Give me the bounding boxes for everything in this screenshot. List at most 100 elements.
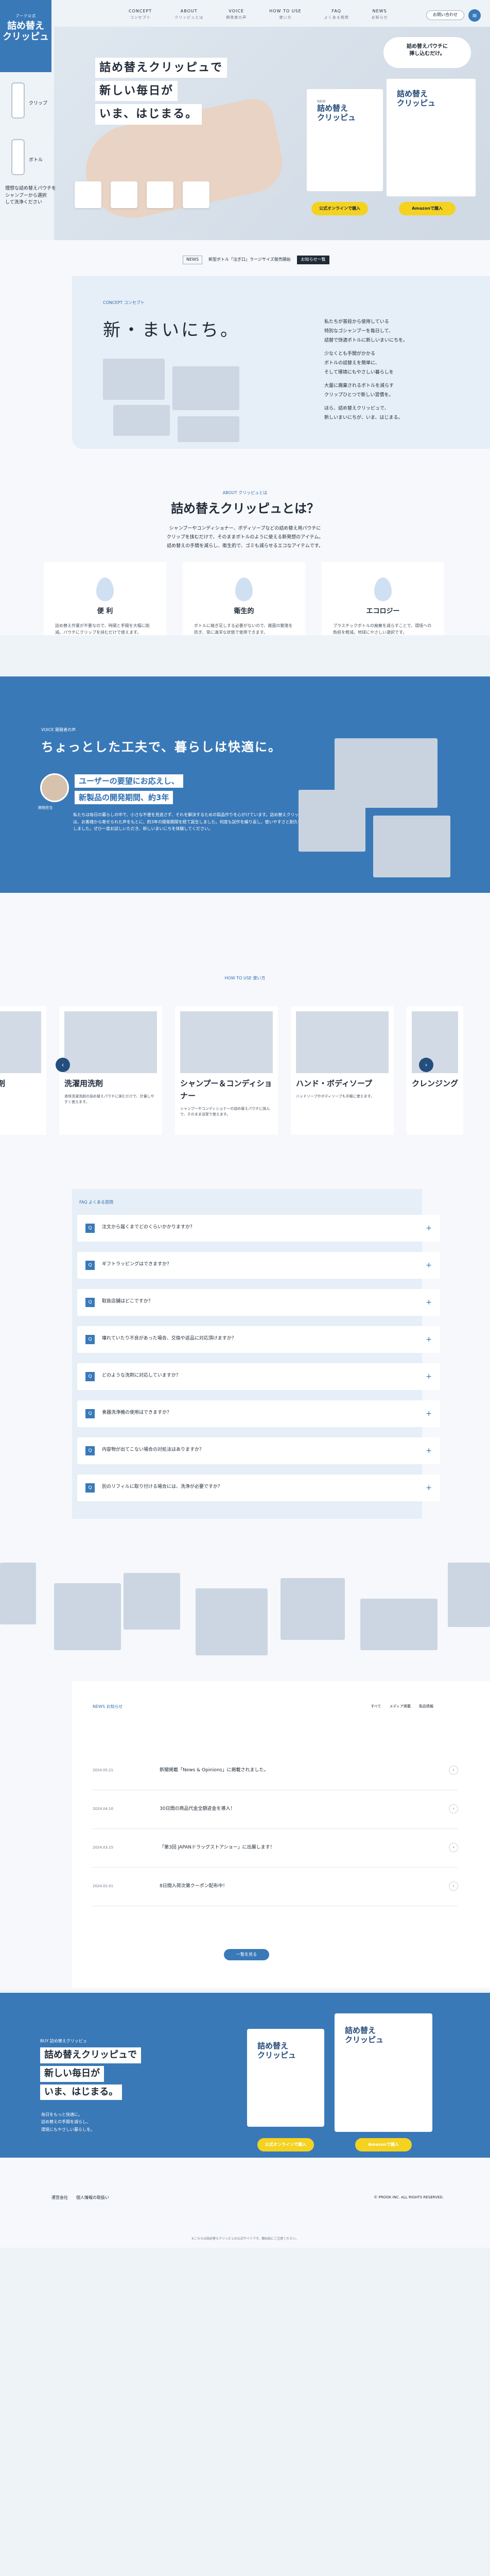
voice-section: VOICE 開発者の声 ちょっとした工夫で、暮らしは快適に。 開発担当 ユーザー… [0, 676, 490, 893]
faq-item[interactable]: Q 内容物が出てこない場合の対処法はありますか？ + [77, 1437, 440, 1464]
nav-item-news[interactable]: NEWS お知らせ [372, 8, 388, 21]
box-title: クリッピュ [397, 98, 436, 108]
footer-links: 運営会社 個人情報の取扱い [51, 2195, 109, 2201]
faq-item[interactable]: Q 壊れていたり不良があった場合、交換や返品に対応頂けますか？ + [77, 1326, 440, 1353]
feature-card: エコロジー プラスチックボトルの廃棄を減らすことで、環境への負担を軽減。地球にやさ… [322, 562, 444, 635]
side-note-line: して洗浄ください [5, 200, 42, 205]
nav-item-concept[interactable]: CONCEPT コンセプト [129, 8, 152, 21]
box-title: 詰め替え [317, 104, 348, 113]
cta-text-line: 詰め替えの手間を減らし、 [41, 2120, 91, 2125]
about-lead-line: 詰め替えの手間を減らし、衛生的で、ゴミも減らせるエコなアイテムです。 [167, 544, 323, 549]
plus-icon: + [426, 1261, 432, 1269]
concept-section: CONCEPT コンセプト 新・まいにち。 私たちが普段から使用している 特別な… [0, 276, 490, 449]
nav-item-faq[interactable]: FAQ よくある質問 [324, 8, 349, 21]
howto-title: 洗剤 [0, 1079, 6, 1088]
chevron-right-icon: › [449, 1882, 458, 1891]
news-row[interactable]: 2024.02.01 8日間入荷次第クーポン配布中！ › [93, 1869, 458, 1906]
cta-line: 新しい毎日が [40, 2065, 104, 2082]
hero-thumb [111, 181, 137, 208]
news-date: 2024.02.01 [93, 1884, 114, 1888]
concept-line: 大量に廃棄されるボトルを減らす [324, 383, 394, 388]
side-products: クリップ ボトル [4, 77, 47, 191]
nav-jp: クリッピュとは [174, 15, 204, 20]
news-row[interactable]: 2024.05.21 新聞掲載「News & Opinions」に掲載されました。… [93, 1753, 458, 1790]
news-title: 新聞掲載「News & Opinions」に掲載されました。 [160, 1768, 269, 1773]
hero-visual: 詰め替えクリッピュで 新しい毎日が いま、はじまる。 詰め替えパウチに 挿し込む… [54, 27, 490, 240]
news-tab-product[interactable]: 製品情報 [419, 1704, 433, 1709]
concept-line: 私たちが普段から使用している [324, 319, 389, 325]
news-panel: NEWS お知らせ すべて メディア掲載 製品情報 2024.05.21 新聞掲載… [72, 1681, 490, 1988]
howto-card[interactable]: ハンド・ボディソープ ハンドソープやボディソープも手軽に使えます。 [291, 1006, 394, 1135]
product-box: 詰め替え クリッピュ [335, 2013, 432, 2132]
drop-icon [374, 578, 392, 601]
faq-question: ギフトラッピングはできますか？ [102, 1262, 172, 1267]
buy-amazon-button[interactable]: Amazonで購入 [399, 202, 456, 215]
howto-card[interactable]: クレンジング [407, 1006, 463, 1135]
nav-item-howto[interactable]: HOW TO USE 使い方 [269, 8, 301, 21]
howto-photo [180, 1011, 273, 1073]
cta-copy: 詰め替えクリッピュで 新しい毎日が いま、はじまる。 [40, 2047, 141, 2103]
concept-line: 少なくとも手間がかかる [324, 351, 376, 357]
buy-amazon-button[interactable]: Amazonで購入 [355, 2138, 412, 2151]
footer-link-privacy[interactable]: 個人情報の取扱い [76, 2195, 109, 2201]
carousel-prev-icon[interactable]: ‹ [56, 1058, 70, 1072]
howto-card[interactable]: シャンプー＆コンディショナー シャンプーやコンディショナーの詰め替えパウチに挟んで… [175, 1006, 278, 1135]
box-brand: NEW [317, 99, 326, 104]
news-row[interactable]: 2024.04.10 30日間の商品代金全額返金を導入！ › [93, 1792, 458, 1829]
faq-item[interactable]: Q 別のリフィルに取り付ける場合には、洗浄が必要ですか？ + [77, 1475, 440, 1501]
notice-list-button[interactable]: お知らせ一覧 [296, 256, 330, 264]
carousel-next-icon[interactable]: › [419, 1058, 433, 1072]
about-lead-line: シャンプーやコンディショナー、ボディソープなどの詰め替え用パウチに [169, 526, 321, 532]
feature-desc: プラスチックボトルの廃棄を減らすことで、環境への負担を軽減。地球にやさしい選択で… [333, 623, 432, 635]
concept-line: ほら、詰め替えクリッピュで、 [324, 406, 389, 411]
faq-question: 食器洗浄機の使用はできますか？ [102, 1410, 172, 1415]
voice-photo [373, 816, 450, 877]
concept-photo [178, 416, 239, 442]
footer-link-company[interactable]: 運営会社 [51, 2195, 68, 2201]
site-footer: 運営会社 個人情報の取扱い © PROOK INC. ALL RIGHTS RE… [0, 2158, 490, 2248]
box-title: 詰め替え [397, 89, 428, 98]
notice-text[interactable]: 新型ボトル「注ぎ口」ラージサイズ発売開始 [208, 257, 291, 263]
gallery-photo [448, 1563, 490, 1627]
contact-button[interactable]: お問い合わせ [426, 10, 464, 20]
nav-item-about[interactable]: ABOUT クリッピュとは [174, 8, 203, 21]
feature-list: 便 利詰め替え作業が不要なので、時間と手間を大幅に削減。パウチにクリップを挟むだ… [44, 562, 444, 635]
hero-thumb [75, 181, 101, 208]
hero-section: 詰め替えクリッピュで 新しい毎日が いま、はじまる。 詰め替えパウチに 挿し込む… [0, 0, 490, 240]
buy-official-button[interactable]: 公式オンラインで購入 [257, 2138, 314, 2151]
news-tab-all[interactable]: すべて [371, 1704, 381, 1709]
menu-icon[interactable]: ≡ [468, 9, 481, 22]
nav-item-voice[interactable]: VOICE 開発者の声 [226, 8, 247, 21]
faq-item[interactable]: Q 注文から届くまでどのくらいかかりますか？ + [77, 1215, 440, 1242]
faq-item[interactable]: Q 取扱店舗はどこですか？ + [77, 1289, 440, 1316]
brand-logo[interactable]: プーク公式 詰め替え クリッピュ [0, 0, 51, 72]
faq-item[interactable]: Q 食器洗浄機の使用はできますか？ + [77, 1400, 440, 1427]
feature-desc: 詰め替え作業が不要なので、時間と手間を大幅に削減。パウチにクリップを挟むだけで使… [55, 623, 150, 635]
concept-line: 特別なゴシャンプーを毎日して、 [324, 329, 394, 334]
howto-card[interactable]: 洗剤 [0, 1006, 46, 1135]
drop-icon [235, 578, 253, 601]
faq-item[interactable]: Q どのような洗剤に対応していますか？ + [77, 1363, 440, 1390]
news-list-button[interactable]: 一覧を見る [224, 1949, 269, 1960]
faq-question: 内容物が出てこない場合の対処法はありますか？ [102, 1447, 204, 1452]
buy-official-button[interactable]: 公式オンラインで購入 [311, 202, 368, 215]
global-nav: CONCEPT コンセプト ABOUT クリッピュとは VOICE 開発者の声 HOW… [129, 8, 388, 21]
concept-text: 私たちが普段から使用している 特別なゴシャンプーを毎日して、 詰替で快適ボトルに… [324, 317, 458, 422]
feature-card: 便 利詰め替え作業が不要なので、時間と手間を大幅に削減。パウチにクリップを挟むだ… [44, 562, 166, 635]
news-tab-media[interactable]: メディア掲載 [389, 1704, 411, 1709]
news-row[interactable]: 2024.03.15 「第3回 JAPANドラッグストアショー」に出展します！ › [93, 1831, 458, 1868]
clip-product-image [11, 82, 25, 118]
hero-line: いま、はじまる。 [95, 104, 202, 125]
box-title: 詰め替え [345, 2026, 376, 2035]
cta-line: 詰め替えクリッピュで [40, 2047, 141, 2063]
nav-jp: よくある質問 [324, 15, 349, 20]
faq-item[interactable]: Q ギフトラッピングはできますか？ + [77, 1252, 440, 1279]
howto-section: HOW TO USE 使い方 洗剤 洗濯用洗剤液体洗濯洗剤の詰め替えパウチに挟む… [0, 893, 490, 1161]
howto-photo [296, 1011, 389, 1073]
drop-icon [96, 578, 114, 601]
section-label: CONCEPT コンセプト [103, 300, 145, 305]
howto-card[interactable]: 洗濯用洗剤 液体洗濯洗剤の詰め替えパウチに挟むだけで、計量しやすく使えます。 [59, 1006, 162, 1135]
question-icon: Q [85, 1261, 95, 1270]
concept-line: 新しいまいにちが、いま、はじまる。 [324, 415, 403, 420]
concept-line: クリップひとつで新しい習慣を。 [324, 393, 394, 398]
